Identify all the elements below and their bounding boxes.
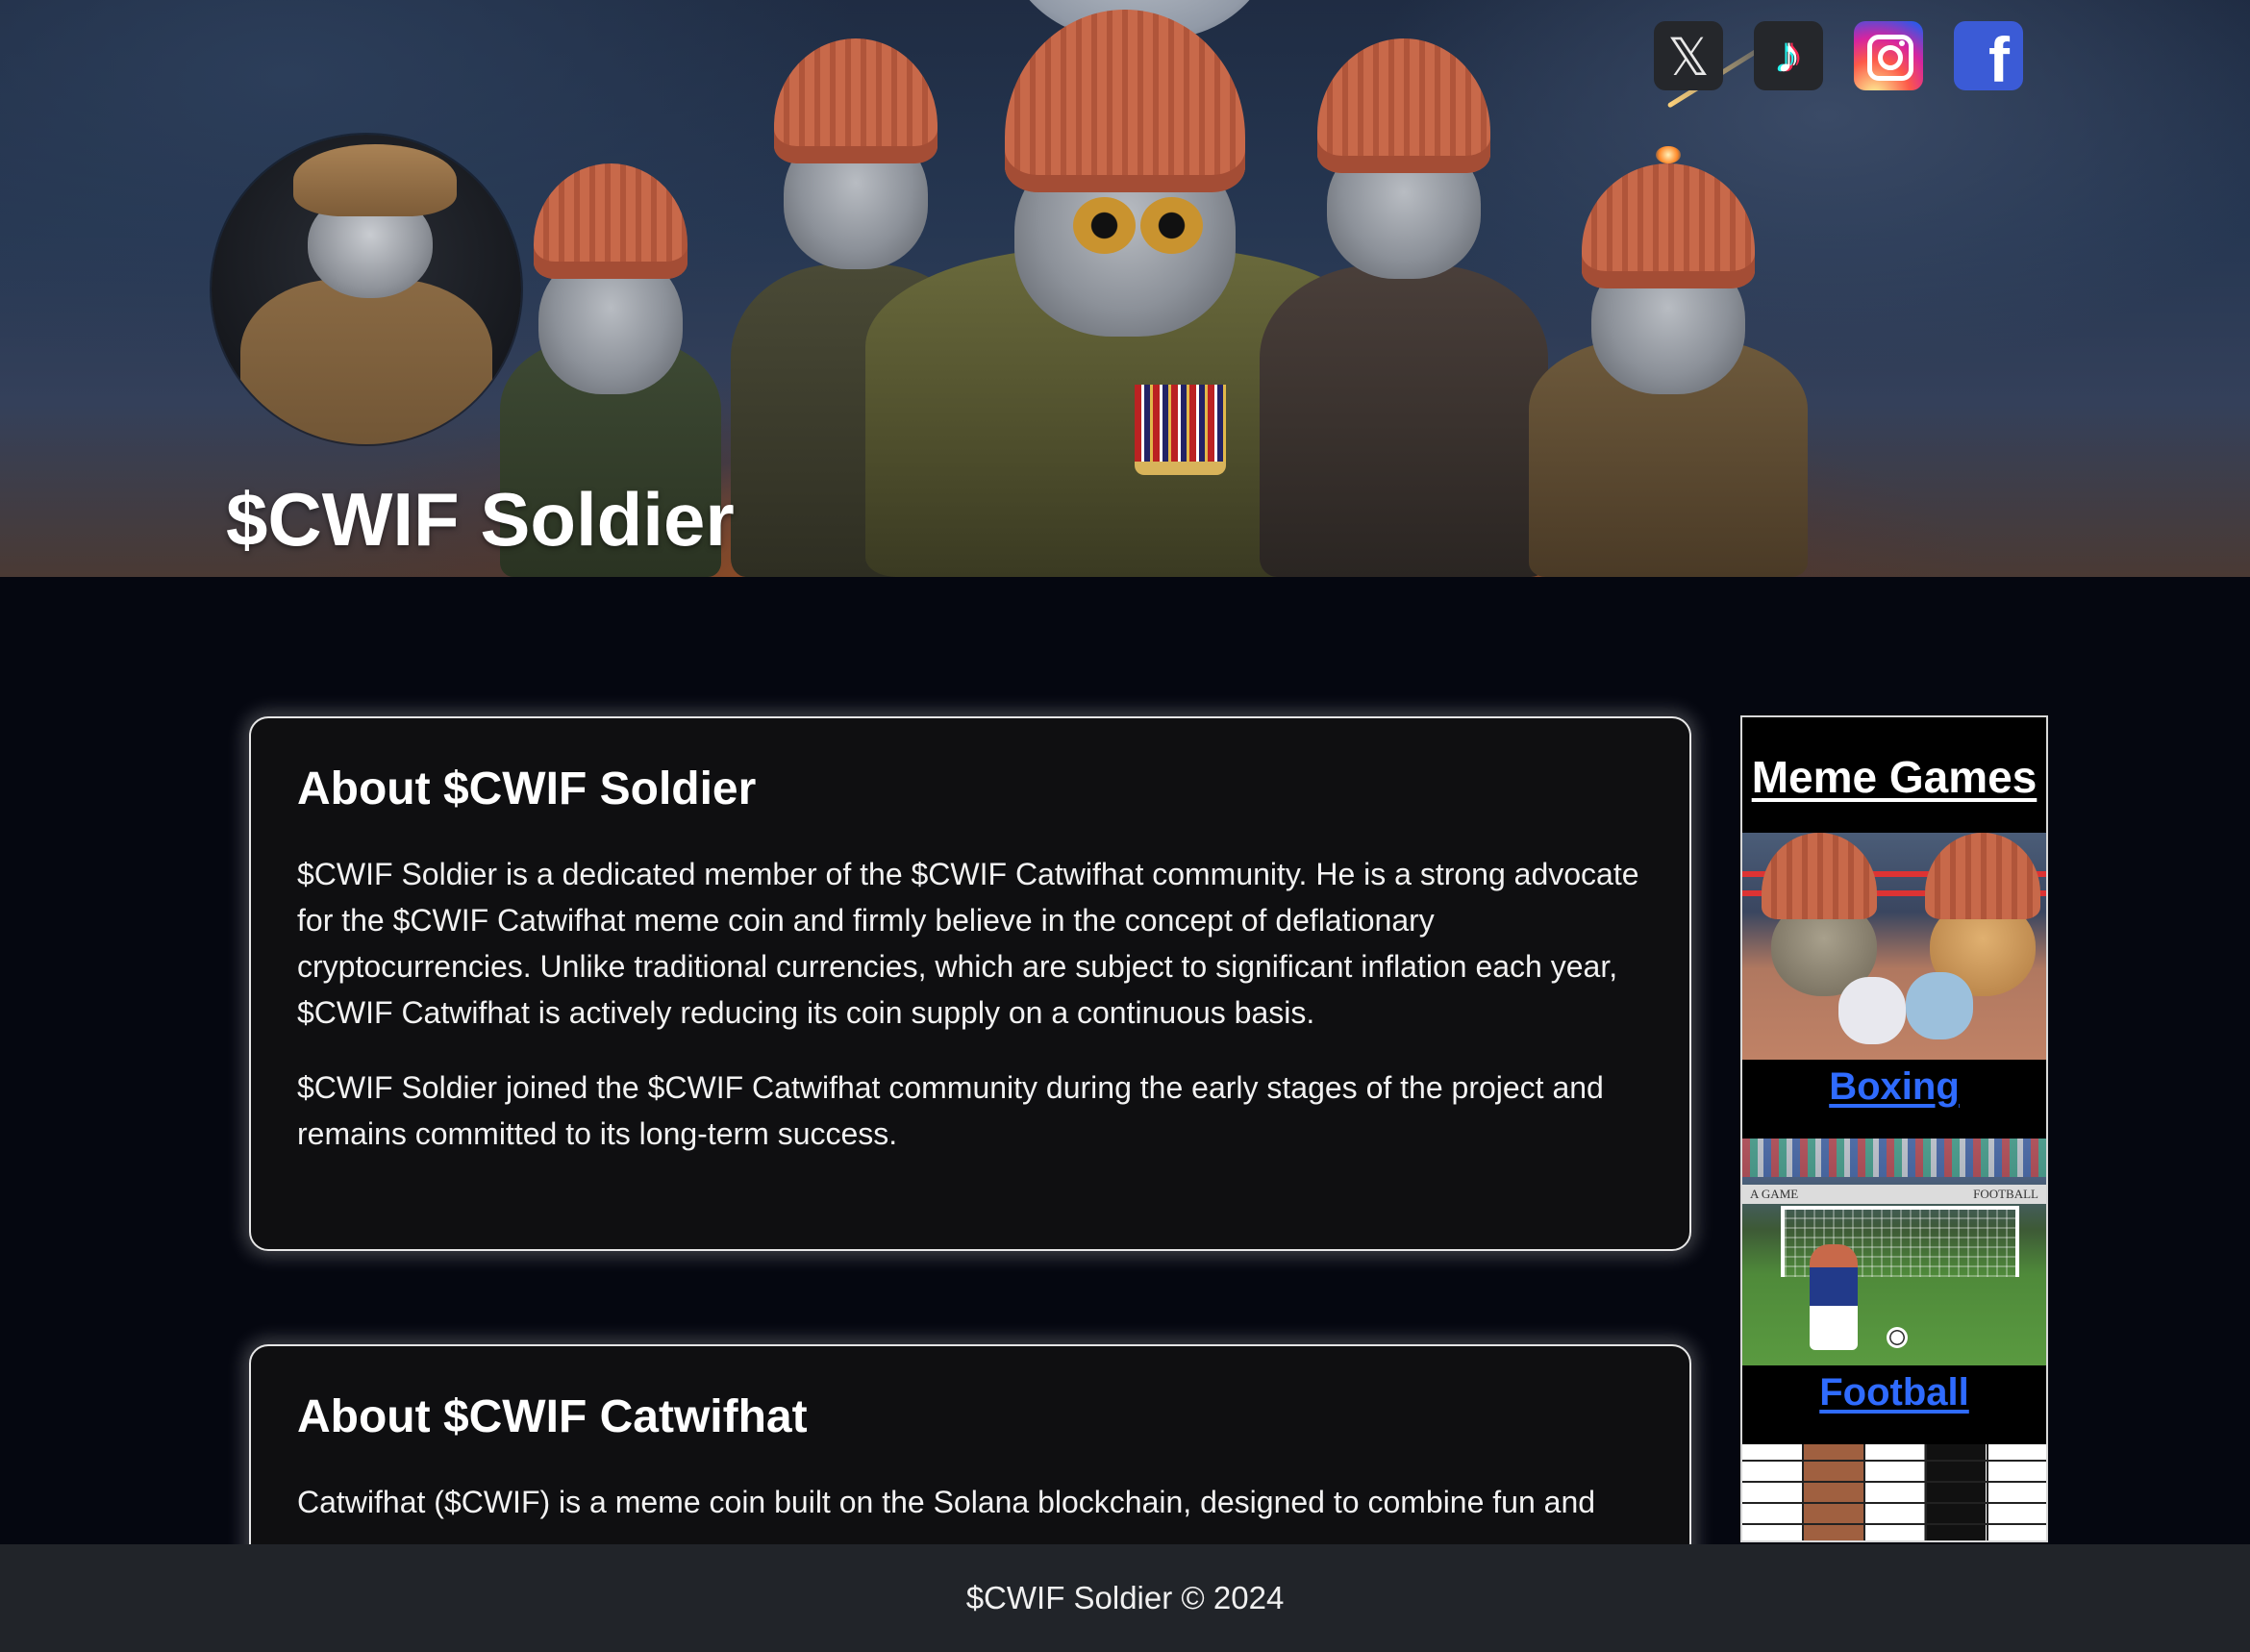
meme-games-sidebar: Meme Games Boxing A GAME FOOTBALL Footba… [1740,715,2048,1542]
about-soldier-paragraph-2: $CWIF Soldier joined the $CWIF Catwifhat… [297,1070,1604,1151]
tiktok-icon: ♪ [1775,26,1802,84]
footer-copyright: $CWIF Soldier © 2024 [965,1580,1285,1615]
puzzle-thumbnail[interactable] [1742,1444,2046,1540]
boxing-thumbnail[interactable] [1742,833,2046,1060]
x-icon: 𝕏 [1667,29,1710,87]
meme-games-link[interactable]: Meme Games [1752,752,2038,802]
facebook-icon: f [1988,24,2010,95]
football-banner-right-text: FOOTBALL [1973,1187,2038,1201]
x-link[interactable]: 𝕏 [1654,21,1723,90]
hero-banner: $CWIF Soldier 𝕏 ♪ f [0,0,2250,577]
facebook-link[interactable]: f [1954,21,2023,95]
boxing-link[interactable]: Boxing [1742,1060,2046,1139]
about-soldier-heading: About $CWIF Soldier [297,763,757,814]
about-soldier-paragraph-1: $CWIF Soldier is a dedicated member of t… [297,857,1639,1030]
profile-avatar [212,135,521,444]
site-title: $CWIF Soldier [226,477,735,562]
social-links: 𝕏 ♪ f [1654,21,2023,95]
meme-games-heading: Meme Games [1742,750,2046,804]
football-thumbnail[interactable]: A GAME FOOTBALL [1742,1139,2046,1365]
site-footer: $CWIF Soldier © 2024 [0,1544,2250,1652]
about-catwifhat-paragraph-1: Catwifhat ($CWIF) is a meme coin built o… [297,1485,1596,1519]
cat-soldier-right [1260,38,1548,577]
football-banner-left-text: A GAME [1750,1187,1799,1201]
about-soldier-card: About $CWIF Soldier $CWIF Soldier is a d… [249,716,1691,1251]
about-catwifhat-heading: About $CWIF Catwifhat [297,1391,808,1442]
cat-soldier-far-right [1529,163,1808,577]
tiktok-link[interactable]: ♪ [1754,21,1823,90]
meteor-graphic [1656,146,1681,163]
instagram-link[interactable] [1854,21,1923,90]
football-link[interactable]: Football [1742,1365,2046,1444]
medals-graphic [1135,385,1226,475]
